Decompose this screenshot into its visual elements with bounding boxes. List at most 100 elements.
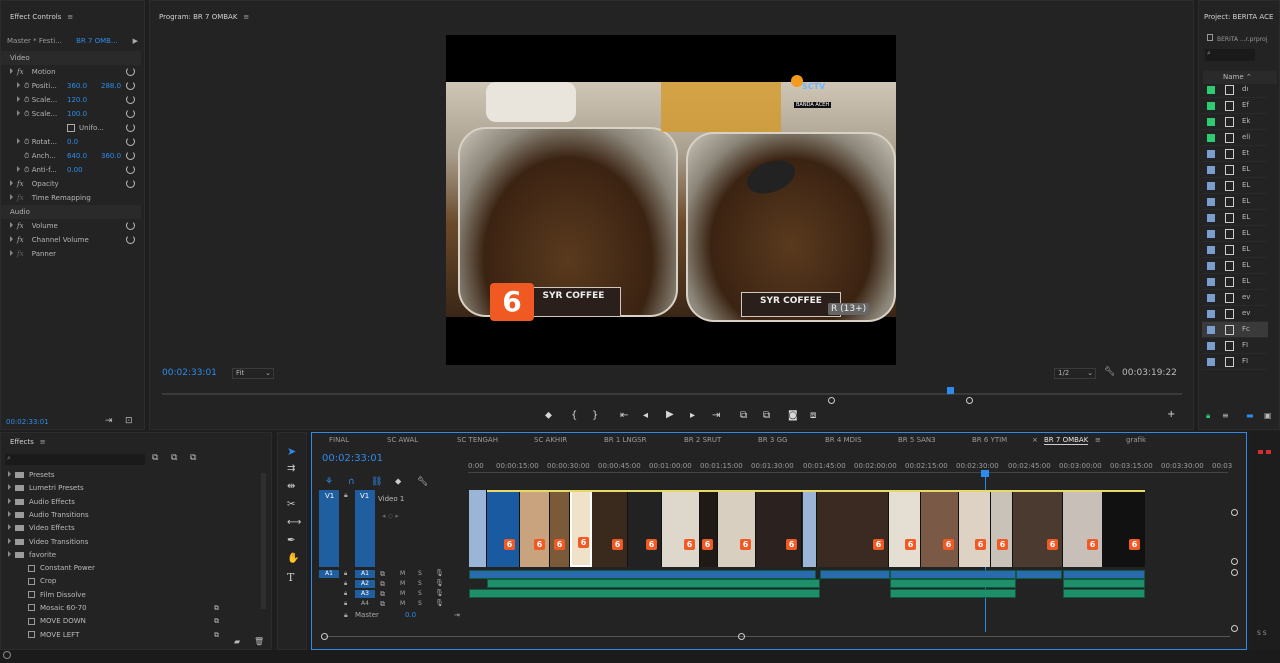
step-back-icon[interactable]: ◂ <box>643 410 648 421</box>
timeline-tab[interactable]: BR 7 OMBAK <box>1044 436 1089 445</box>
selection-tool-icon[interactable]: ➤ <box>287 445 296 458</box>
video-clip[interactable]: 6 <box>718 490 756 567</box>
audio-track-target[interactable]: A4 <box>355 600 375 608</box>
effects-title[interactable]: Effects ≡ <box>10 438 46 446</box>
timeline-tab[interactable]: BR 5 SAN3 <box>898 436 936 444</box>
list-view-icon[interactable]: ≡ <box>1222 411 1229 420</box>
playhead-handle[interactable] <box>947 387 955 394</box>
project-item[interactable]: EL <box>1202 210 1268 226</box>
reset-icon[interactable] <box>126 165 135 174</box>
position-y[interactable]: 288.0 <box>101 79 121 93</box>
project-item[interactable]: EL <box>1202 178 1268 194</box>
timeline-settings-icon[interactable]: 🔧︎ <box>417 477 428 487</box>
timeline-timecode[interactable]: 00:02:33:01 <box>322 453 383 464</box>
antiflicker-value[interactable]: 0.00 <box>67 163 83 177</box>
razor-tool-icon[interactable]: ✂ <box>287 499 295 510</box>
project-item[interactable]: Et <box>1202 146 1268 162</box>
fit-dropdown[interactable]: Fit ⌄ <box>232 368 274 379</box>
label-color-swatch[interactable] <box>1207 294 1215 302</box>
scale-value[interactable]: 120.0 <box>67 93 87 107</box>
panel-menu-icon[interactable]: ≡ <box>40 438 46 446</box>
solo-left[interactable]: S S <box>1257 630 1267 637</box>
extract-icon[interactable]: ⧉ <box>763 410 770 421</box>
audio-track-target[interactable]: A1 <box>355 570 375 578</box>
time-remapping-row[interactable]: fx Time Remapping <box>1 191 141 205</box>
timeline-tab[interactable]: SC AWAL <box>387 436 418 444</box>
timeline-playhead-handle[interactable] <box>981 470 989 477</box>
scale-width-value[interactable]: 100.0 <box>67 107 87 121</box>
timeline-tab[interactable]: SC AKHIR <box>534 436 567 444</box>
label-color-swatch[interactable] <box>1207 326 1215 334</box>
pen-tool-icon[interactable]: ✒ <box>287 535 295 546</box>
timeline-scroll-right-handle[interactable] <box>738 633 745 640</box>
go-to-in-icon[interactable]: ⇤ <box>620 410 628 421</box>
project-item[interactable]: Ef <box>1202 98 1268 114</box>
keyframe-icon[interactable]: ⊡ <box>125 416 133 426</box>
project-item[interactable]: FI <box>1202 354 1268 370</box>
mark-in-icon[interactable]: { <box>571 410 577 421</box>
reset-icon[interactable] <box>126 109 135 118</box>
label-color-swatch[interactable] <box>1207 342 1215 350</box>
mute-button[interactable]: M <box>400 580 405 587</box>
a-scroll-handle[interactable] <box>1231 569 1238 576</box>
go-to-out-icon[interactable]: ⇥ <box>712 410 720 421</box>
project-item[interactable]: EL <box>1202 226 1268 242</box>
label-color-swatch[interactable] <box>1207 262 1215 270</box>
zoom-handle-right[interactable] <box>966 397 973 404</box>
effect-controls-title[interactable]: Effect Controls ≡ <box>10 13 73 21</box>
label-color-swatch[interactable] <box>1207 310 1215 318</box>
comparison-view-icon[interactable]: ⧈ <box>810 410 816 421</box>
project-title[interactable]: Project: BERITA ACE <box>1204 13 1273 21</box>
program-monitor-title[interactable]: Program: BR 7 OMBAK ≡ <box>159 13 249 21</box>
project-item[interactable]: ev <box>1202 290 1268 306</box>
video-clip[interactable]: 6 <box>628 490 662 567</box>
lock-track-icon[interactable]: 🔒︎ <box>344 590 347 598</box>
effect-item[interactable]: Mosaic 60-70 <box>28 604 87 612</box>
label-color-swatch[interactable] <box>1207 134 1215 142</box>
label-color-swatch[interactable] <box>1207 166 1215 174</box>
panel-menu-icon[interactable]: ≡ <box>67 13 73 21</box>
mute-button[interactable]: M <box>400 570 405 577</box>
linked-selection-icon[interactable]: ⛓ <box>371 477 382 487</box>
label-color-swatch[interactable] <box>1207 230 1215 238</box>
v-scroll-handle[interactable] <box>1231 509 1238 516</box>
reset-icon[interactable] <box>126 81 135 90</box>
uniform-scale-checkbox[interactable] <box>67 124 75 132</box>
lift-icon[interactable]: ⧉ <box>740 410 747 421</box>
effect-item[interactable]: Film Dissolve <box>28 591 86 599</box>
lock-track-icon[interactable]: 🔒︎ <box>344 580 347 588</box>
audio-clip[interactable] <box>1063 570 1145 579</box>
play-icon[interactable]: ▶ <box>666 409 674 420</box>
program-timecode[interactable]: 00:02:33:01 <box>162 368 217 378</box>
effect-item[interactable]: Constant Power <box>28 564 95 572</box>
close-tab-icon[interactable]: × <box>1032 436 1038 444</box>
volume-row[interactable]: fx Volume <box>1 219 141 233</box>
sync-lock-icon[interactable]: ⧉ <box>380 590 385 599</box>
reset-icon[interactable] <box>126 151 135 160</box>
reset-icon[interactable] <box>126 235 135 244</box>
lock-track-icon[interactable]: 🔒︎ <box>344 600 347 608</box>
export-frame-icon[interactable]: ⇥ <box>105 416 113 426</box>
channel-volume-row[interactable]: fx Channel Volume <box>1 233 141 247</box>
effects-folder[interactable]: favorite <box>8 550 56 559</box>
video-clip[interactable]: 6 <box>756 490 802 567</box>
video-clip[interactable]: 6 <box>550 490 570 567</box>
timeline-tab[interactable]: grafik <box>1126 436 1146 444</box>
audio-clip[interactable] <box>890 579 1016 588</box>
effects-folder[interactable]: Video Transitions <box>8 537 88 546</box>
timeline-tab[interactable]: BR 1 LNGSR <box>604 436 646 444</box>
zoom-handle-left[interactable] <box>828 397 835 404</box>
sync-lock-icon[interactable]: ⧉ <box>380 570 385 579</box>
solo-button[interactable]: S <box>418 590 422 597</box>
mark-out-icon[interactable]: } <box>592 410 598 421</box>
project-item[interactable]: EL <box>1202 194 1268 210</box>
mute-button[interactable]: M <box>400 600 405 607</box>
hand-tool-icon[interactable]: ✋ <box>287 553 299 564</box>
solo-button[interactable]: S <box>418 570 422 577</box>
reset-icon[interactable] <box>126 179 135 188</box>
audio-clip[interactable] <box>820 570 890 579</box>
video-clip[interactable]: 6 <box>570 490 592 567</box>
add-marker-icon[interactable]: ⬥ <box>395 477 401 487</box>
mute-button[interactable]: M <box>400 590 405 597</box>
position-x[interactable]: 360.0 <box>67 79 87 93</box>
